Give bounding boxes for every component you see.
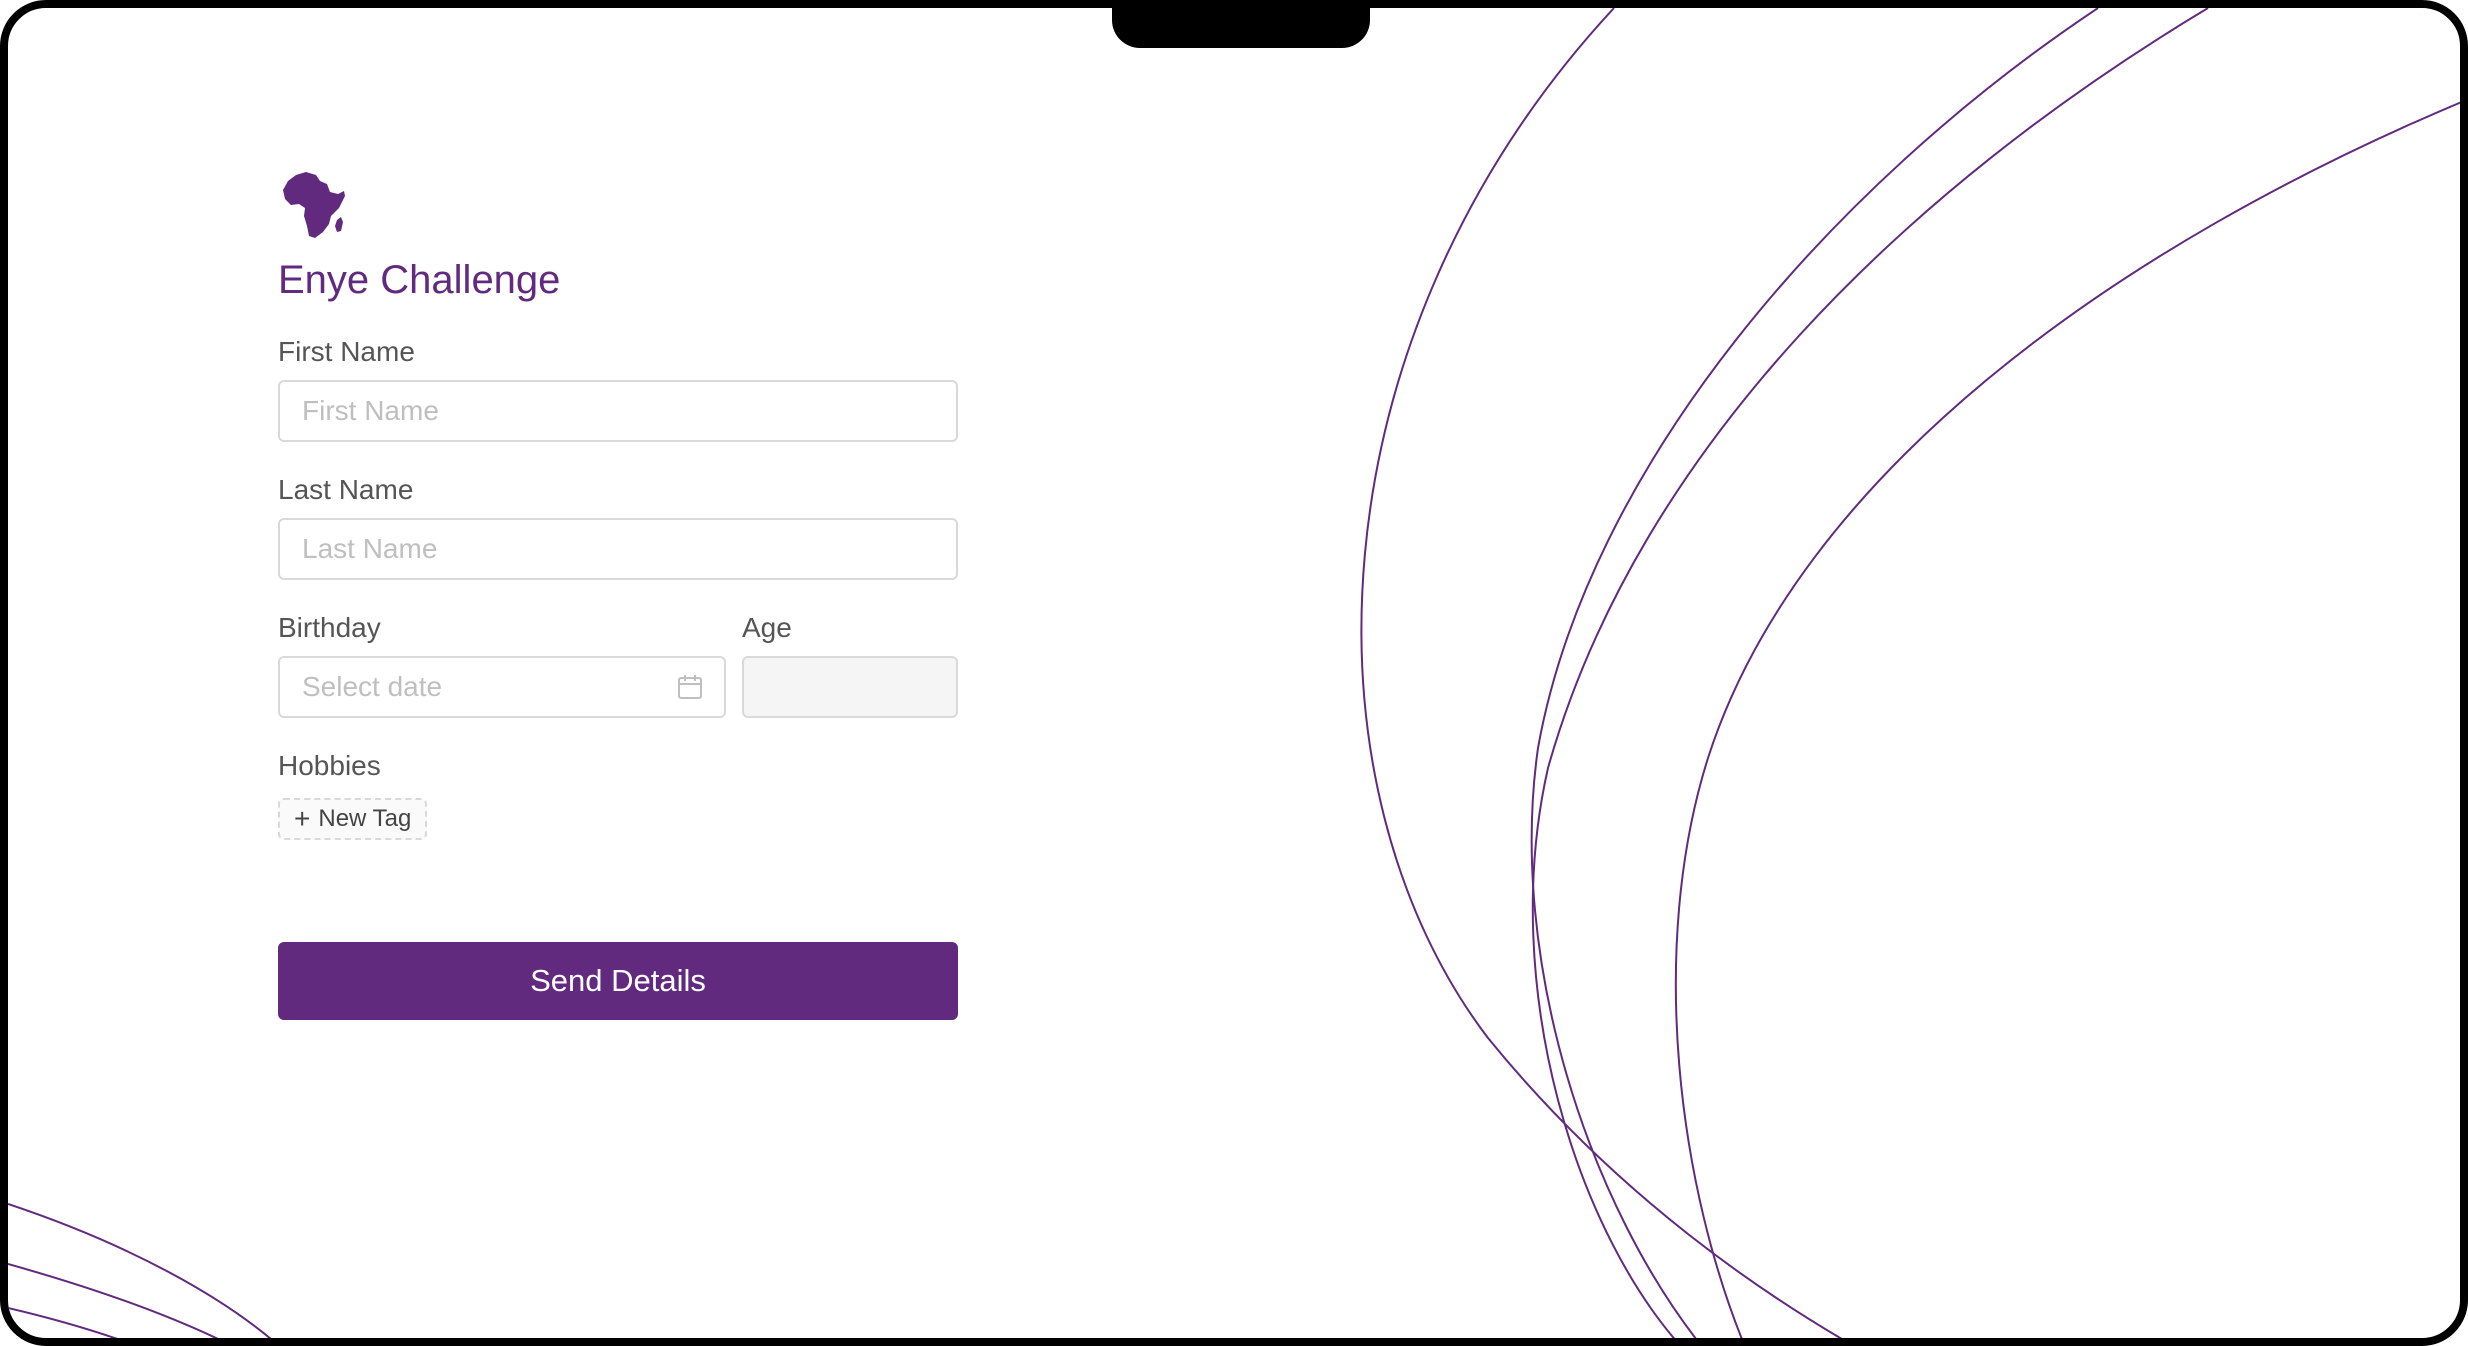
last-name-input[interactable] — [278, 518, 958, 580]
new-tag-label: New Tag — [318, 805, 412, 832]
new-tag-button[interactable]: + New Tag — [278, 798, 428, 840]
birthday-date-picker[interactable] — [278, 656, 726, 718]
birthday-label: Birthday — [278, 612, 381, 643]
hobbies-label: Hobbies — [278, 750, 381, 781]
last-name-label: Last Name — [278, 474, 414, 505]
first-name-input[interactable] — [278, 380, 958, 442]
device-frame: Enye Challenge First Name Last Name Birt… — [0, 0, 2468, 1346]
birthday-field-group: Birthday — [278, 580, 726, 718]
plus-icon: + — [294, 803, 311, 834]
first-name-label: First Name — [278, 336, 415, 367]
age-label: Age — [742, 612, 792, 643]
send-details-button[interactable]: Send Details — [278, 942, 958, 1020]
calendar-icon — [678, 675, 702, 699]
age-field-group: Age — [742, 580, 958, 718]
africa-map-icon — [283, 172, 345, 238]
birthday-input[interactable] — [278, 656, 726, 718]
birthday-age-row: Birthday Age — [278, 580, 968, 718]
page-title: Enye Challenge — [278, 258, 561, 302]
device-notch — [1112, 8, 1370, 48]
hobbies-tags: + New Tag — [278, 798, 968, 840]
enye-challenge-form: Enye Challenge First Name Last Name Birt… — [278, 172, 968, 1020]
age-input[interactable] — [742, 656, 958, 718]
